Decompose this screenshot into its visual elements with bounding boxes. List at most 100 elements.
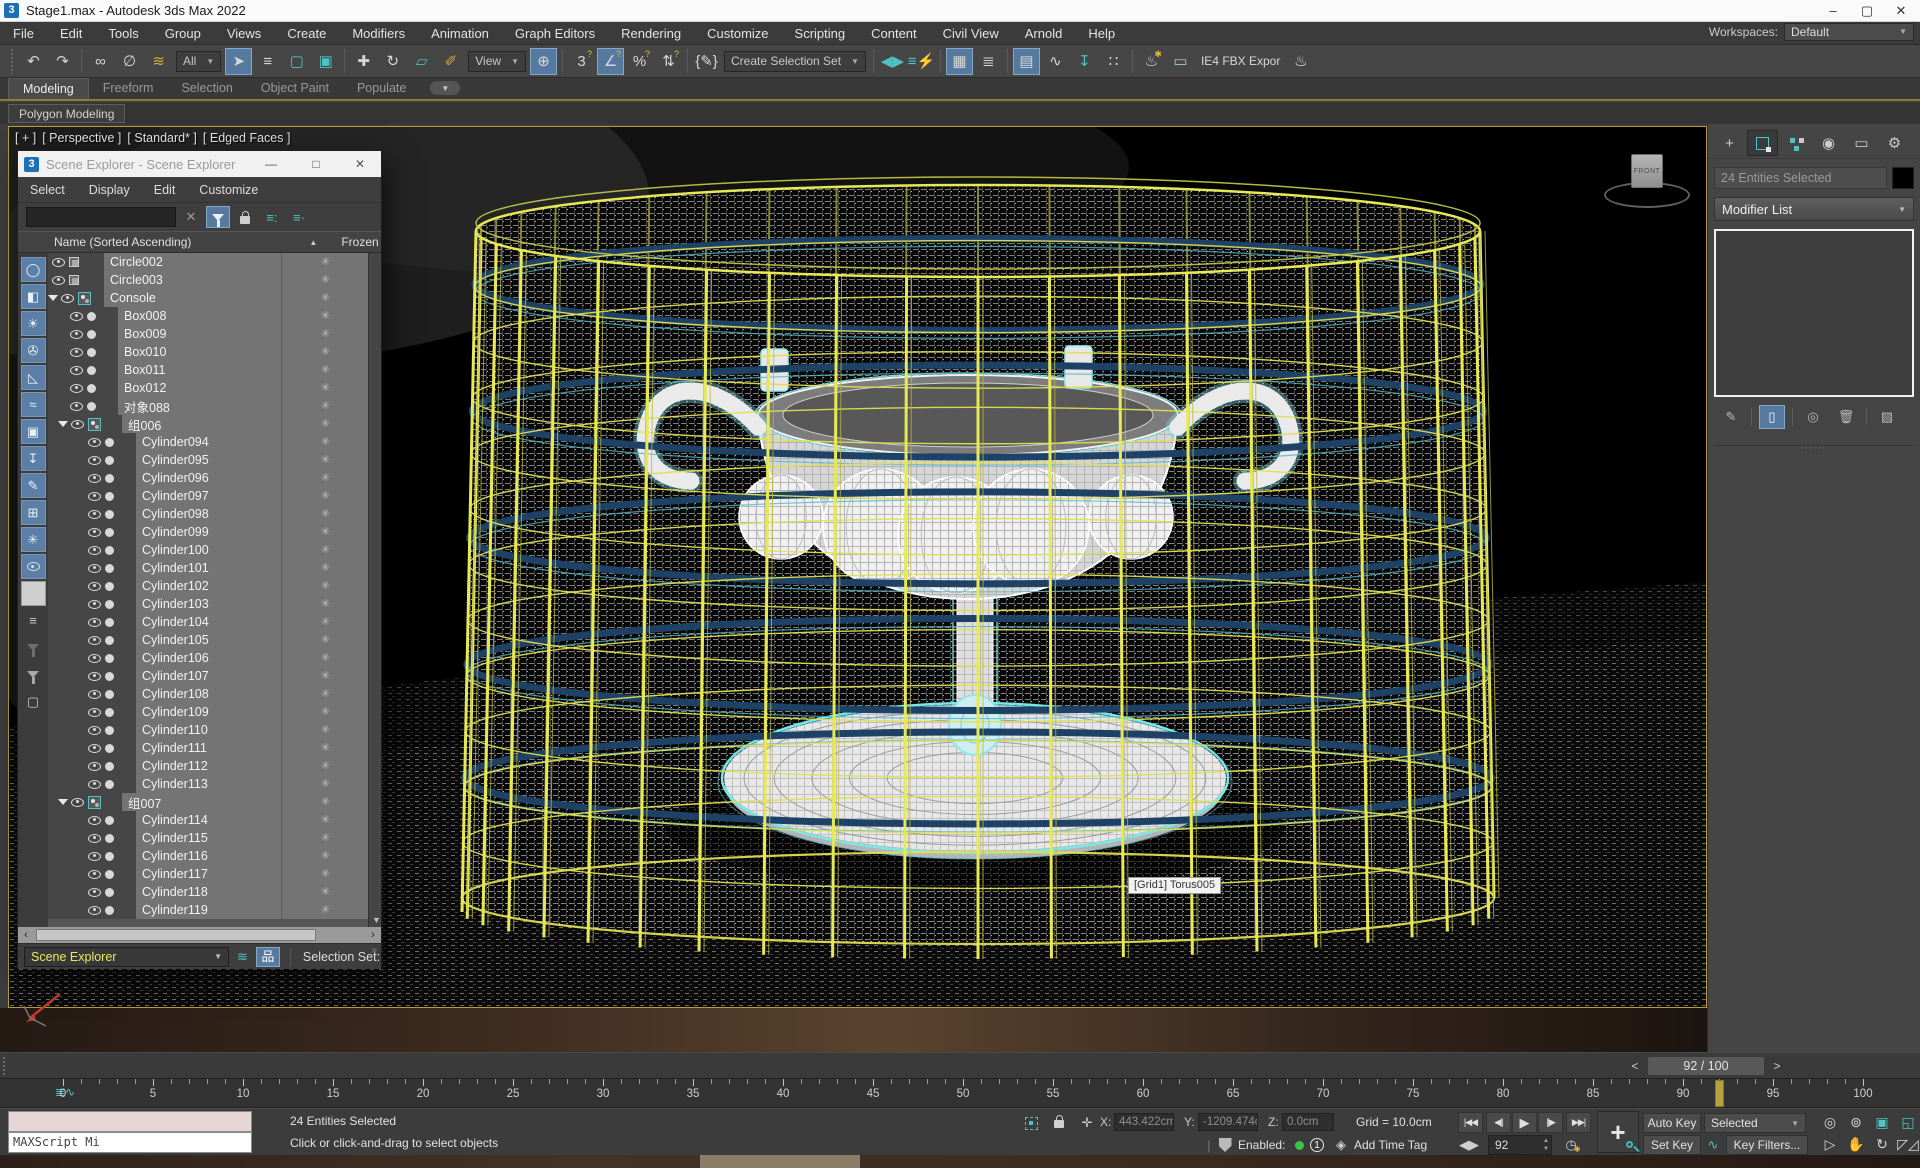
frozen-snowflake-icon[interactable]: ✳ [281,847,369,865]
visibility-eye-icon[interactable] [70,348,83,357]
window-crossing-toggle-icon[interactable]: ▣ [312,48,339,75]
visibility-eye-icon[interactable] [88,438,101,447]
tree-row-Cylinder117[interactable]: Cylinder117✳ [48,865,369,883]
time-configuration-icon[interactable]: ◷✱ [1562,1135,1584,1155]
rendered-frame-window-icon[interactable]: ▭ [1167,48,1194,75]
spinner-snap-toggle-icon[interactable]: ⇅? [655,48,682,75]
frozen-snowflake-icon[interactable]: ✳ [281,685,369,703]
visibility-eye-icon[interactable] [88,456,101,465]
visibility-eye-icon[interactable] [88,708,101,717]
menu-edit[interactable]: Edit [47,22,95,45]
filter-groups-icon[interactable]: ▣ [21,419,46,444]
visibility-eye-icon[interactable] [70,366,83,375]
tree-row-Cylinder098[interactable]: Cylinder098✳ [48,505,369,523]
node-label[interactable]: Console [104,291,281,305]
y-coordinate-field[interactable]: -1209.474c [1198,1113,1258,1131]
node-label[interactable]: Cylinder112 [136,759,281,773]
tree-row-Cylinder112[interactable]: Cylinder112✳ [48,757,369,775]
scene-explorer-column-header[interactable]: Name (Sorted Ascending) ▲ Frozen [18,231,381,253]
menu-rendering[interactable]: Rendering [608,22,694,45]
toolbar-grip[interactable] [10,48,15,74]
tab-motion[interactable]: ◉ [1813,130,1844,156]
toggle-ribbon-icon[interactable]: ▤ [1013,48,1040,75]
node-label[interactable]: Cylinder099 [136,525,281,539]
use-pivot-point-center-icon[interactable]: ⊕ [530,48,557,75]
ribbon-tab-freeform[interactable]: Freeform [89,78,168,99]
explorer-selector-dropdown[interactable]: Scene Explorer▼ [24,947,229,967]
tree-row-Box010[interactable]: Box010✳ [48,343,369,361]
tree-row-Cylinder114[interactable]: Cylinder114✳ [48,811,369,829]
visibility-eye-icon[interactable] [88,816,101,825]
animate-selected-dropdown[interactable]: Selected▼ [1704,1113,1806,1133]
node-label[interactable]: Box011 [118,363,281,377]
explorer-menu-display[interactable]: Display [77,183,142,197]
visibility-eye-icon[interactable] [70,312,83,321]
expand-triangle-icon[interactable] [48,295,58,301]
maxscript-mini-listener-output[interactable] [8,1111,252,1132]
play-icon[interactable]: ▶ [1512,1112,1537,1133]
filter-swatch-icon[interactable] [21,581,46,606]
tree-row-Cylinder100[interactable]: Cylinder100✳ [48,541,369,559]
node-label[interactable]: Cylinder106 [136,651,281,665]
frozen-snowflake-icon[interactable]: ✳ [281,271,369,289]
render-setup-icon[interactable]: ♨✱ [1138,48,1165,75]
node-label[interactable]: Cylinder094 [136,435,281,449]
search-input[interactable] [26,207,176,227]
reference-coordinate-dropdown[interactable]: View▼ [468,51,526,72]
node-label[interactable]: Cylinder119 [136,903,281,917]
visibility-eye-icon[interactable] [88,564,101,573]
visibility-eye-icon[interactable] [71,798,84,807]
filter-helpers-icon[interactable]: ◺ [21,365,46,390]
toggle-scene-explorer-icon[interactable]: ▦ [946,48,973,75]
frozen-snowflake-icon[interactable]: ✳ [281,703,369,721]
visibility-eye-icon[interactable] [88,654,101,663]
undo-icon[interactable]: ↶ [20,48,47,75]
select-and-link-icon[interactable]: ∞ [87,48,114,75]
frozen-snowflake-icon[interactable]: ✳ [281,901,369,919]
menu-tools[interactable]: Tools [95,22,151,45]
object-color-swatch[interactable] [1892,167,1914,189]
filter-hidden-icon[interactable] [21,554,46,579]
frozen-snowflake-icon[interactable]: ✳ [281,487,369,505]
time-slider-ruler[interactable]: ≣∿ 0510152025303540455055606570758085909… [0,1078,1920,1108]
frozen-snowflake-icon[interactable]: ✳ [281,469,369,487]
tree-row-Cylinder104[interactable]: Cylinder104✳ [48,613,369,631]
select-and-rotate-icon[interactable]: ↻ [379,48,406,75]
explorer-menu-customize[interactable]: Customize [187,183,270,197]
tree-row-Cylinder102[interactable]: Cylinder102✳ [48,577,369,595]
edit-named-selection-sets-icon[interactable]: {✎} [693,48,720,75]
unlink-selection-icon[interactable]: ∅ [116,48,143,75]
expand-all-icon[interactable]: ≡: [260,206,284,228]
node-label[interactable]: Cylinder096 [136,471,281,485]
menu-help[interactable]: Help [1075,22,1128,45]
selection-lock-icon[interactable] [1048,1111,1070,1131]
menu-file[interactable]: File [0,22,47,45]
orbit-icon[interactable]: ↻ [1870,1134,1894,1155]
tree-row-Cylinder095[interactable]: Cylinder095✳ [48,451,369,469]
go-to-end-icon[interactable]: ▶▶| [1566,1112,1591,1133]
remove-modifier-icon[interactable]: 🗑 [1833,405,1859,429]
frozen-snowflake-icon[interactable]: ✳ [281,739,369,757]
more-chevrons-icon[interactable]: » [371,945,377,956]
current-frame-spinner[interactable]: 92▲▼ [1488,1135,1552,1155]
node-label[interactable]: 组006 [122,415,281,434]
visibility-eye-icon[interactable] [88,582,101,591]
node-label[interactable]: Box010 [118,345,281,359]
scrollbar-thumb[interactable] [36,929,316,941]
next-frame-icon[interactable]: ||▶ [1538,1112,1563,1133]
tab-utilities[interactable]: ⚙ [1879,130,1910,156]
trackbar-grip[interactable] [2,1056,7,1076]
scroll-right-icon[interactable]: › [365,929,381,941]
visibility-eye-icon[interactable] [88,672,101,681]
scroll-left-icon[interactable]: ‹ [18,929,34,941]
visibility-eye-icon[interactable] [61,294,74,303]
frozen-snowflake-icon[interactable]: ✳ [281,757,369,775]
horizontal-scrollbar[interactable]: ‹ › [18,927,381,943]
modifier-list-dropdown[interactable]: Modifier List▼ [1714,197,1914,221]
visibility-eye-icon[interactable] [88,474,101,483]
clear-search-icon[interactable]: ✕ [179,206,203,228]
tree-row-Cylinder105[interactable]: Cylinder105✳ [48,631,369,649]
viewport-plus-menu[interactable]: [ + ] [15,131,36,145]
menu-animation[interactable]: Animation [418,22,502,45]
visibility-eye-icon[interactable] [88,762,101,771]
